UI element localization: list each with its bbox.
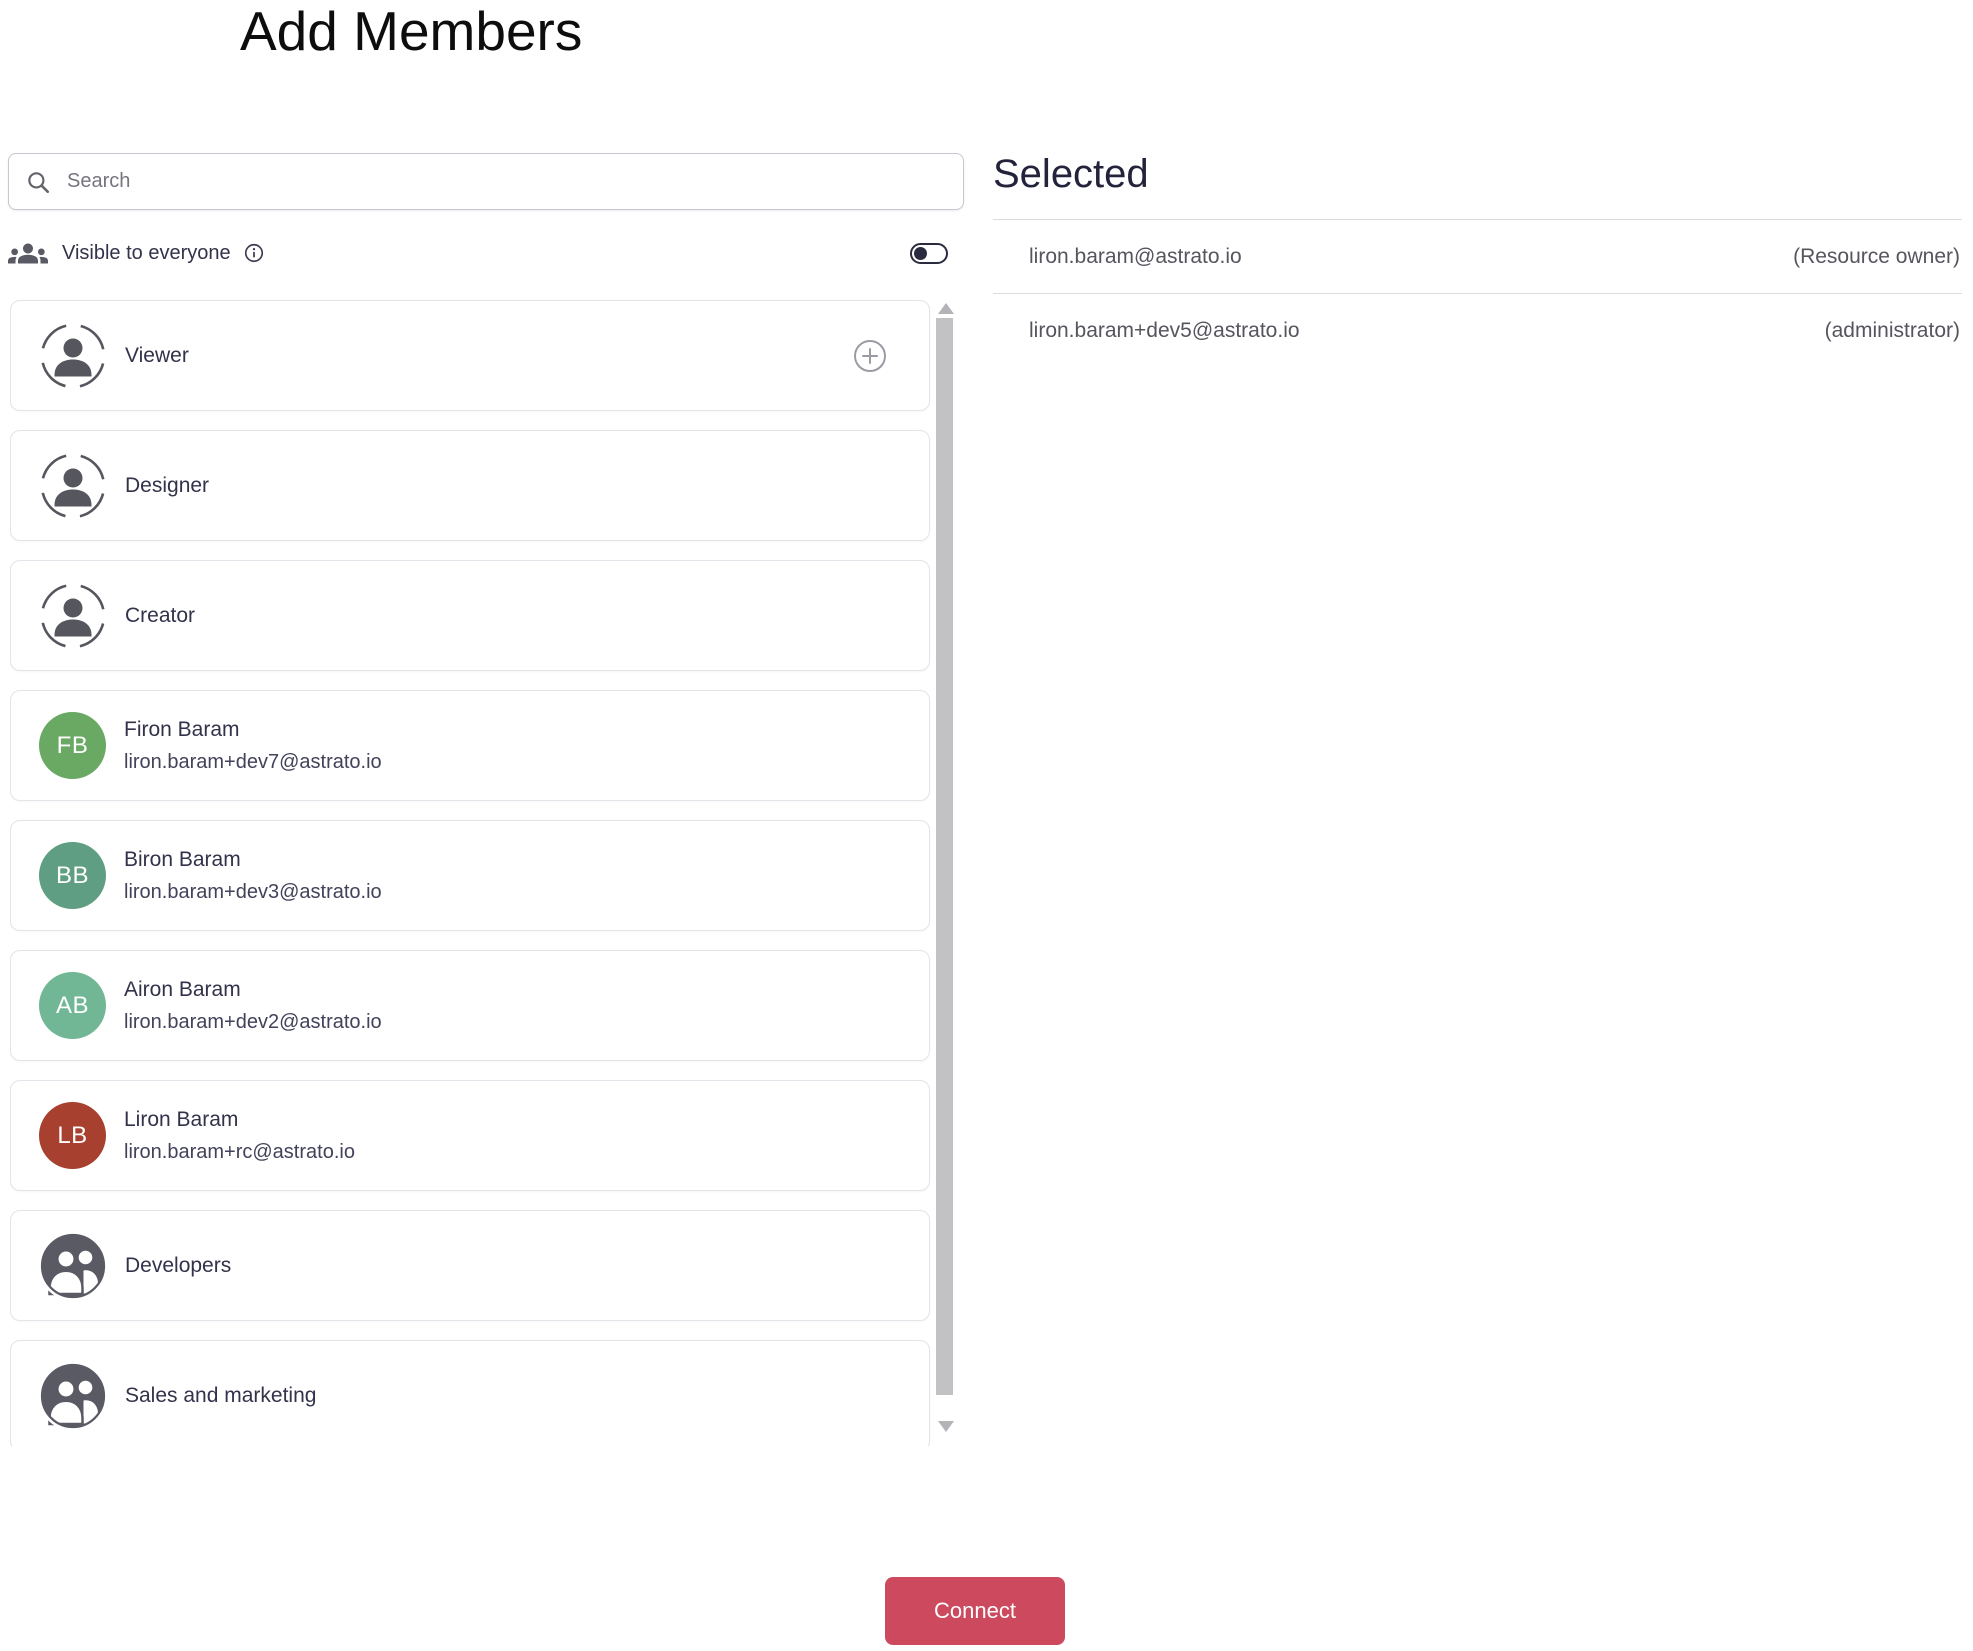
list-item-user[interactable]: LB Liron Baram liron.baram+rc@astrato.io [10, 1080, 930, 1191]
user-name: Biron Baram [124, 847, 241, 871]
selected-list: liron.baram@astrato.io (Resource owner) … [993, 219, 1962, 367]
selected-member-row[interactable]: liron.baram+dev5@astrato.io (administrat… [993, 293, 1962, 367]
member-list: Viewer Designer Creator FB Firon Baram l… [10, 296, 932, 1446]
scrollbar-down-arrow[interactable] [938, 1421, 954, 1432]
list-item-user[interactable]: AB Airon Baram liron.baram+dev2@astrato.… [10, 950, 930, 1061]
list-item-label: Sales and marketing [125, 1383, 317, 1407]
user-name: Airon Baram [124, 977, 241, 1001]
visibility-toggle[interactable] [910, 242, 948, 264]
avatar: LB [39, 1102, 106, 1169]
list-item-label: Developers [125, 1253, 232, 1277]
scrollbar-up-arrow[interactable] [938, 303, 954, 314]
list-item-creator[interactable]: Creator [10, 560, 930, 671]
info-icon[interactable] [243, 242, 265, 264]
selected-member-row[interactable]: liron.baram@astrato.io (Resource owner) [993, 219, 1962, 293]
list-item-label: Designer [125, 473, 210, 497]
user-email: liron.baram+dev2@astrato.io [124, 1010, 382, 1033]
people-icon [8, 243, 48, 263]
visibility-label: Visible to everyone [62, 241, 231, 264]
search-icon [28, 171, 50, 193]
search-box[interactable] [8, 153, 964, 210]
user-email: liron.baram+rc@astrato.io [124, 1140, 355, 1163]
toggle-knob [914, 246, 927, 260]
scrollbar-thumb[interactable] [936, 318, 953, 1395]
selected-member-role: (administrator) [1824, 318, 1960, 342]
group-icon [39, 1231, 107, 1300]
user-name: Firon Baram [124, 717, 240, 741]
list-item-group[interactable]: Developers [10, 1210, 930, 1321]
list-item-label: Creator [125, 603, 196, 627]
visibility-row: Visible to everyone [8, 237, 956, 269]
selected-member-role: (Resource owner) [1793, 244, 1960, 268]
connect-button[interactable]: Connect [885, 1577, 1065, 1645]
avatar: FB [39, 712, 106, 779]
avatar: AB [39, 972, 106, 1039]
plus-icon [854, 339, 886, 372]
list-item-user[interactable]: BB Biron Baram liron.baram+dev3@astrato.… [10, 820, 930, 931]
list-item-label: Viewer [125, 343, 189, 367]
person-dashed-icon [39, 451, 107, 520]
page-title: Add Members [240, 0, 583, 62]
selected-member-email: liron.baram+dev5@astrato.io [1029, 318, 1300, 342]
person-dashed-icon [39, 581, 107, 650]
list-item-group[interactable]: Sales and marketing [10, 1340, 930, 1446]
user-email: liron.baram+dev3@astrato.io [124, 880, 382, 903]
selected-member-email: liron.baram@astrato.io [1029, 244, 1242, 268]
list-item-designer[interactable]: Designer [10, 430, 930, 541]
selected-heading: Selected [993, 152, 1149, 196]
user-name: Liron Baram [124, 1107, 239, 1131]
add-members-dialog: { "page": { "title": "Add Members" }, "s… [0, 0, 1973, 1651]
person-dashed-icon [39, 321, 107, 390]
avatar: BB [39, 842, 106, 909]
user-email: liron.baram+dev7@astrato.io [124, 750, 382, 773]
group-icon [39, 1361, 107, 1430]
list-item-viewer[interactable]: Viewer [10, 300, 930, 411]
selected-panel: Selected liron.baram@astrato.io (Resourc… [993, 150, 1962, 367]
add-button[interactable] [853, 339, 887, 373]
list-item-user[interactable]: FB Firon Baram liron.baram+dev7@astrato.… [10, 690, 930, 801]
search-input[interactable] [67, 170, 947, 193]
